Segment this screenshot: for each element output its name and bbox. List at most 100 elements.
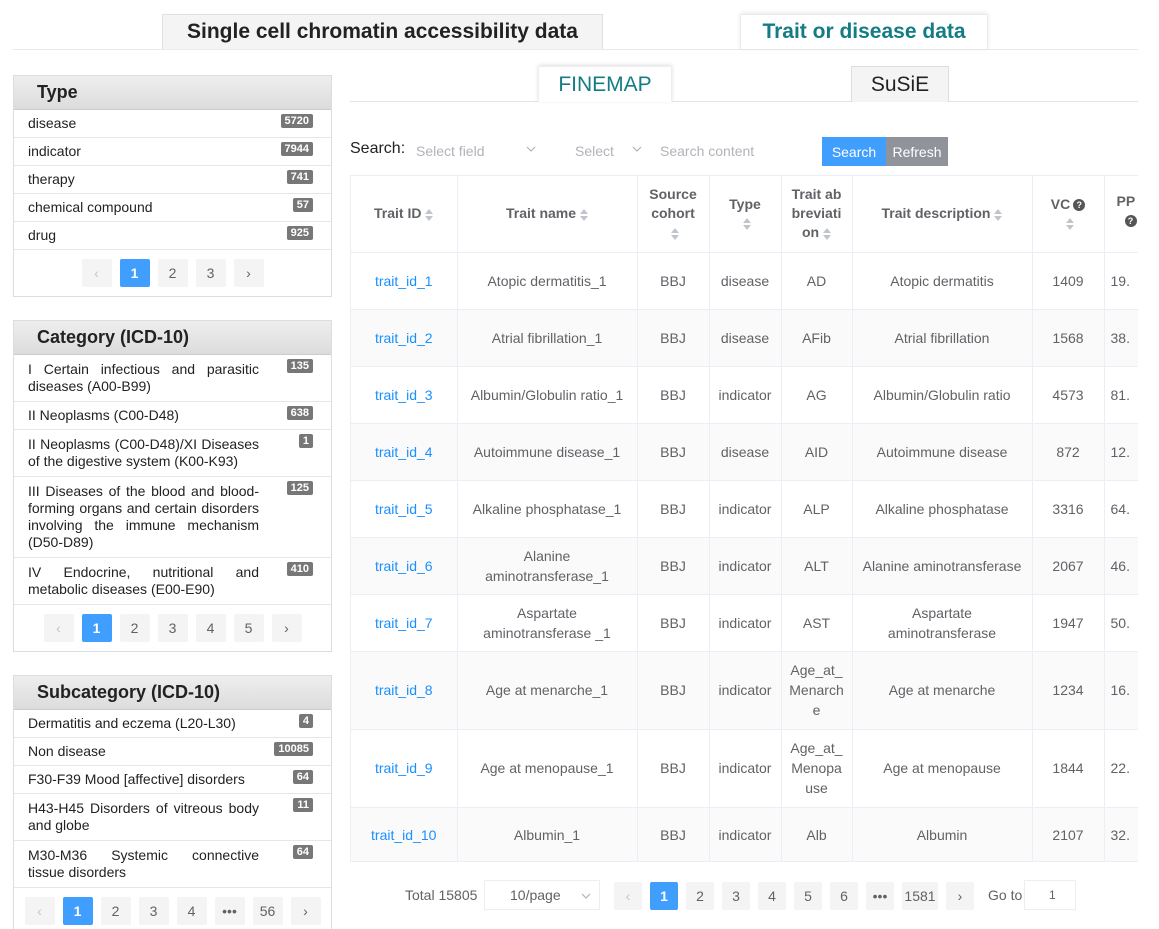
- category-item[interactable]: IV Endocrine, nutritional and metabolic …: [14, 558, 331, 605]
- tab-finemap[interactable]: FINEMAP: [538, 66, 672, 102]
- category-item-label: IV Endocrine, nutritional and metabolic …: [28, 564, 259, 597]
- tab-trait-disease-data[interactable]: Trait or disease data: [740, 14, 988, 49]
- search-bar: Search: Select field Select Search conte…: [350, 136, 970, 166]
- subcategory-pagination: ‹ 1 2 3 4 ••• 56 ›: [14, 888, 331, 929]
- trait-id-link[interactable]: trait_id_8: [351, 651, 458, 730]
- category-item[interactable]: II Neoplasms (C00-D48)/XI Diseases of th…: [14, 430, 331, 477]
- cohort-cell: BBJ: [637, 366, 710, 424]
- next-page-button[interactable]: ›: [946, 882, 974, 910]
- page-button[interactable]: 2: [100, 897, 131, 925]
- abbreviation-cell: ALP: [781, 480, 853, 538]
- sort-caret-icon[interactable]: [743, 218, 751, 231]
- sort-caret-icon[interactable]: [671, 227, 679, 240]
- field-select[interactable]: Select field: [410, 136, 540, 166]
- type-item-label: chemical compound: [28, 199, 153, 215]
- trait-id-link[interactable]: trait_id_1: [351, 252, 458, 310]
- goto-page-input[interactable]: 1: [1024, 880, 1076, 910]
- page-button[interactable]: 2: [119, 614, 150, 642]
- col-header-trait-id[interactable]: Trait ID: [351, 176, 458, 253]
- search-button[interactable]: Search: [822, 137, 886, 166]
- col-header-pp[interactable]: PP?: [1104, 176, 1138, 253]
- col-header-abbreviation[interactable]: Trait ab breviati on: [781, 176, 853, 253]
- page-button[interactable]: 3: [138, 897, 169, 925]
- more-pages-button[interactable]: •••: [214, 897, 245, 925]
- sort-caret-icon[interactable]: [994, 208, 1003, 221]
- col-header-vc[interactable]: VC?: [1032, 176, 1105, 253]
- prev-page-button[interactable]: ‹: [81, 259, 112, 287]
- sort-caret-icon[interactable]: [823, 227, 832, 240]
- search-content-input[interactable]: Search content: [660, 136, 810, 166]
- count-badge: 925: [286, 226, 313, 240]
- page-button[interactable]: 56: [252, 897, 283, 925]
- page-button[interactable]: 1: [650, 882, 678, 910]
- sort-caret-icon[interactable]: [425, 208, 434, 221]
- page-button[interactable]: 4: [758, 882, 786, 910]
- prev-page-button[interactable]: ‹: [43, 614, 74, 642]
- cohort-cell: BBJ: [637, 309, 710, 367]
- type-item-indicator[interactable]: indicator 7944: [14, 138, 331, 166]
- trait-id-link[interactable]: trait_id_6: [351, 537, 458, 595]
- abbreviation-cell: AID: [781, 423, 853, 481]
- tab-susie[interactable]: SuSiE: [851, 66, 949, 102]
- next-page-button[interactable]: ›: [271, 614, 302, 642]
- page-button[interactable]: 3: [195, 259, 226, 287]
- subcategory-item[interactable]: M30-M36 Systemic connective tissue disor…: [14, 841, 331, 888]
- type-item-chemical-compound[interactable]: chemical compound 57: [14, 194, 331, 222]
- trait-id-link[interactable]: trait_id_4: [351, 423, 458, 481]
- vc-cell: 1947: [1032, 594, 1105, 652]
- col-header-type[interactable]: Type: [709, 176, 782, 253]
- page-button[interactable]: 6: [830, 882, 858, 910]
- page-button[interactable]: 2: [686, 882, 714, 910]
- page-button[interactable]: 3: [157, 614, 188, 642]
- sort-caret-icon[interactable]: [1066, 218, 1074, 231]
- type-item-therapy[interactable]: therapy 741: [14, 166, 331, 194]
- trait-id-link[interactable]: trait_id_7: [351, 594, 458, 652]
- more-pages-button[interactable]: •••: [866, 882, 894, 910]
- help-circle-icon[interactable]: ?: [1073, 199, 1086, 212]
- tab-single-cell-data[interactable]: Single cell chromatin accessibility data: [162, 14, 603, 49]
- next-page-button[interactable]: ›: [233, 259, 264, 287]
- subcategory-item[interactable]: Dermatitis and eczema (L20-L30) 4: [14, 710, 331, 738]
- page-size-select[interactable]: 10/page: [484, 880, 600, 910]
- page-button[interactable]: 3: [722, 882, 750, 910]
- type-item-disease[interactable]: disease 5720: [14, 110, 331, 138]
- sort-caret-icon[interactable]: [580, 208, 589, 221]
- trait-id-link[interactable]: trait_id_2: [351, 309, 458, 367]
- next-page-button[interactable]: ›: [290, 897, 321, 925]
- prev-page-button[interactable]: ‹: [614, 882, 642, 910]
- page-button[interactable]: 5: [794, 882, 822, 910]
- subcategory-item-label: H43-H45 Disorders of vitreous body and g…: [28, 800, 259, 833]
- trait-id-link[interactable]: trait_id_3: [351, 366, 458, 424]
- pp-cell: 50.: [1104, 594, 1138, 652]
- count-badge: 5720: [280, 114, 313, 128]
- chevron-down-icon: [526, 146, 536, 152]
- prev-page-button[interactable]: ‹: [24, 897, 55, 925]
- page-button[interactable]: 1: [81, 614, 112, 642]
- category-item[interactable]: III Diseases of the blood and blood-form…: [14, 477, 331, 558]
- category-item[interactable]: II Neoplasms (C00-D48) 638: [14, 402, 331, 430]
- page-button[interactable]: 4: [195, 614, 226, 642]
- page-button[interactable]: 5: [233, 614, 264, 642]
- page-button[interactable]: 1: [119, 259, 150, 287]
- table-row: trait_id_8 Age at menarche_1 BBJ indicat…: [351, 651, 1138, 730]
- trait-id-link[interactable]: trait_id_5: [351, 480, 458, 538]
- subcategory-item[interactable]: Non disease 10085: [14, 738, 331, 766]
- page-button[interactable]: 4: [176, 897, 207, 925]
- help-circle-icon[interactable]: ?: [1124, 215, 1137, 228]
- col-header-source-cohort[interactable]: Source cohort: [637, 176, 710, 253]
- operator-select[interactable]: Select: [570, 136, 646, 166]
- page-button[interactable]: 2: [157, 259, 188, 287]
- refresh-button[interactable]: Refresh: [886, 137, 948, 166]
- page-button[interactable]: 1581: [902, 882, 938, 910]
- trait-id-link[interactable]: trait_id_9: [351, 729, 458, 808]
- subcategory-item[interactable]: H43-H45 Disorders of vitreous body and g…: [14, 794, 331, 841]
- subcategory-item[interactable]: F30-F39 Mood [affective] disorders 64: [14, 766, 331, 794]
- trait-id-link[interactable]: trait_id_10: [351, 807, 458, 861]
- subcategory-item-label: F30-F39 Mood [affective] disorders: [28, 771, 245, 787]
- page-button[interactable]: 1: [62, 897, 93, 925]
- pp-cell: 22.: [1104, 729, 1138, 808]
- col-header-description[interactable]: Trait description: [852, 176, 1033, 253]
- category-item[interactable]: I Certain infectious and parasitic disea…: [14, 355, 331, 402]
- col-header-trait-name[interactable]: Trait name: [457, 176, 638, 253]
- type-item-drug[interactable]: drug 925: [14, 222, 331, 250]
